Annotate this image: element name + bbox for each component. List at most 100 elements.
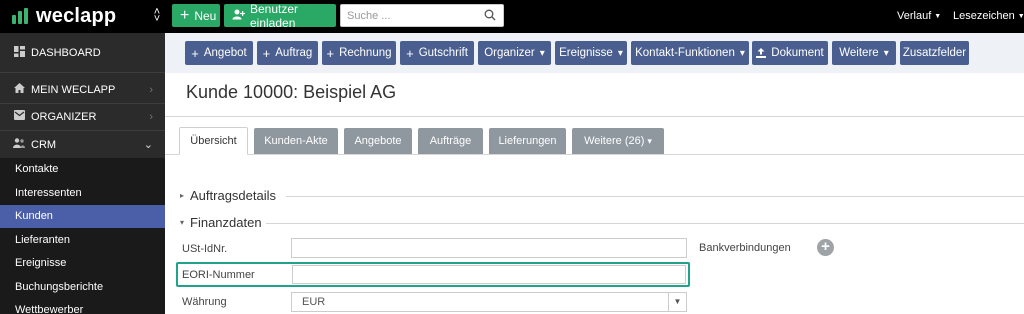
sidebar-collapse-icon[interactable]: ˄ ˅ bbox=[152, 7, 162, 25]
new-order-button[interactable]: + Auftrag bbox=[257, 41, 318, 65]
currency-select[interactable]: EUR ▼ bbox=[291, 292, 687, 312]
sidebar-item-label: CRM bbox=[31, 138, 57, 151]
bank-accounts-label: Bankverbindungen bbox=[699, 242, 791, 254]
new-credit-note-button[interactable]: + Gutschrift bbox=[400, 41, 474, 65]
contact-functions-dropdown[interactable]: Kontakt-Funktionen ▾ bbox=[631, 41, 749, 65]
chevron-down-icon: ▾ bbox=[617, 47, 623, 59]
divider bbox=[0, 72, 165, 73]
button-label: Weitere bbox=[839, 47, 879, 59]
home-icon bbox=[13, 83, 25, 96]
search-icon[interactable] bbox=[484, 9, 496, 24]
sidebar-subitem-lieferanten[interactable]: Lieferanten bbox=[0, 229, 165, 252]
divider bbox=[266, 223, 1024, 224]
bookmarks-label: Lesezeichen bbox=[953, 10, 1015, 22]
tab-customer-file[interactable]: Kunden-Akte bbox=[254, 128, 338, 154]
new-button-label: Neu bbox=[194, 8, 217, 23]
section-title: Auftragsdetails bbox=[190, 188, 277, 203]
tab-more[interactable]: Weitere (26) ▾ bbox=[572, 128, 664, 154]
button-label: Angebot bbox=[203, 47, 247, 59]
tab-overview[interactable]: Übersicht bbox=[179, 127, 248, 155]
sidebar-item-crm[interactable]: CRM ⌄ bbox=[0, 131, 165, 158]
more-dropdown[interactable]: Weitere ▾ bbox=[832, 41, 896, 65]
tab-deliveries[interactable]: Lieferungen bbox=[489, 128, 566, 154]
button-label: Kontakt-Funktionen bbox=[635, 47, 735, 59]
dashboard-icon bbox=[13, 45, 25, 60]
button-label: Organizer bbox=[484, 47, 535, 59]
sidebar: DASHBOARD MEIN WECLAPP › ORGANIZER › CRM… bbox=[0, 33, 165, 314]
button-label: Dokument bbox=[771, 47, 824, 59]
action-toolbar: + Angebot + Auftrag + Rechnung + Gutschrift … bbox=[165, 33, 1024, 73]
button-label: Gutschrift bbox=[418, 47, 468, 59]
sidebar-subitem-buchungsberichte[interactable]: Buchungsberichte bbox=[0, 276, 165, 299]
eori-number-field[interactable] bbox=[292, 265, 686, 284]
sidebar-subitem-wettbewerber[interactable]: Wettbewerber bbox=[0, 299, 165, 314]
button-label: Zusatzfelder bbox=[902, 47, 967, 59]
history-menu[interactable]: Verlauf ▼ bbox=[897, 10, 941, 22]
button-label: Rechnung bbox=[339, 47, 392, 59]
tab-quotes[interactable]: Angebote bbox=[344, 128, 412, 154]
plus-icon: + bbox=[191, 45, 199, 61]
section-title: Finanzdaten bbox=[190, 215, 262, 230]
chevron-down-icon: ⌄ bbox=[143, 139, 153, 151]
inbox-icon bbox=[13, 110, 25, 123]
caret-down-icon: ▼ bbox=[1017, 13, 1024, 20]
sidebar-item-label: MEIN WECLAPP bbox=[31, 83, 116, 96]
sidebar-subitem-kunden[interactable]: Kunden bbox=[0, 205, 165, 228]
divider bbox=[286, 196, 1024, 197]
events-dropdown[interactable]: Ereignisse ▾ bbox=[555, 41, 627, 65]
vat-id-label: USt-IdNr. bbox=[182, 243, 228, 255]
section-finance[interactable]: ▾ Finanzdaten bbox=[180, 215, 262, 230]
plus-icon: + bbox=[180, 6, 190, 24]
plus-icon: + bbox=[406, 45, 414, 61]
logo-text: weclapp bbox=[36, 4, 117, 27]
sidebar-item-mein-weclapp[interactable]: MEIN WECLAPP › bbox=[0, 76, 165, 103]
chevron-right-icon: › bbox=[149, 83, 153, 96]
currency-label: Währung bbox=[182, 296, 227, 308]
sidebar-item-organizer[interactable]: ORGANIZER › bbox=[0, 103, 165, 130]
caret-down-icon: ▾ bbox=[180, 218, 185, 227]
chevron-right-icon: › bbox=[149, 110, 153, 123]
sidebar-subitem-interessenten[interactable]: Interessenten bbox=[0, 182, 165, 205]
section-order-details[interactable]: ▸ Auftragsdetails bbox=[180, 188, 276, 203]
plus-icon: + bbox=[262, 45, 271, 61]
invite-user-label: Benutzer einladen bbox=[250, 1, 299, 30]
chevron-down-icon: ▾ bbox=[739, 47, 745, 59]
top-bar: weclapp ˄˅ + Neu Benutzer einladen Verla… bbox=[0, 0, 1024, 33]
page-title: Kunde 10000: Beispiel AG bbox=[186, 82, 397, 102]
caret-right-icon: ▸ bbox=[180, 191, 185, 200]
organizer-dropdown[interactable]: Organizer ▾ bbox=[478, 41, 551, 65]
chevron-down-icon: ▾ bbox=[883, 47, 889, 59]
bookmarks-menu[interactable]: Lesezeichen ▼ bbox=[953, 10, 1024, 22]
crm-submenu: Kontakte Interessenten Kunden Lieferante… bbox=[0, 158, 165, 314]
currency-value: EUR bbox=[302, 296, 326, 308]
search-box bbox=[340, 4, 504, 27]
logo-mark-icon bbox=[12, 8, 30, 24]
vat-id-field[interactable] bbox=[291, 238, 687, 258]
sidebar-item-dashboard[interactable]: DASHBOARD bbox=[0, 39, 165, 66]
sidebar-item-label: DASHBOARD bbox=[31, 46, 101, 59]
add-bank-account-icon[interactable]: + bbox=[817, 239, 834, 256]
document-button[interactable]: Dokument bbox=[752, 41, 828, 65]
new-button[interactable]: + Neu bbox=[172, 4, 220, 27]
invite-user-button[interactable]: Benutzer einladen bbox=[224, 1, 336, 30]
search-input[interactable] bbox=[341, 5, 481, 26]
sidebar-subitem-kontakte[interactable]: Kontakte bbox=[0, 158, 165, 181]
add-user-icon bbox=[232, 9, 246, 23]
chevron-down-icon: ▾ bbox=[539, 47, 545, 59]
weclapp-logo[interactable]: weclapp bbox=[12, 5, 116, 27]
chevron-down-icon: ▾ bbox=[647, 135, 652, 146]
sidebar-item-label: ORGANIZER bbox=[31, 110, 97, 123]
button-label: Ereignisse bbox=[559, 47, 613, 59]
users-icon bbox=[13, 138, 25, 151]
tab-strip-border bbox=[165, 154, 1024, 155]
custom-fields-button[interactable]: Zusatzfelder bbox=[900, 41, 969, 65]
new-quote-button[interactable]: + Angebot bbox=[185, 41, 253, 65]
caret-down-icon: ▼ bbox=[934, 13, 942, 20]
dropdown-arrow-icon: ▼ bbox=[668, 293, 686, 311]
tab-orders[interactable]: Aufträge bbox=[418, 128, 483, 154]
new-invoice-button[interactable]: + Rechnung bbox=[322, 41, 396, 65]
history-label: Verlauf bbox=[897, 10, 932, 22]
divider bbox=[165, 116, 1024, 117]
sidebar-subitem-ereignisse[interactable]: Ereignisse bbox=[0, 252, 165, 275]
tab-more-label: Weitere (26) bbox=[584, 135, 645, 147]
